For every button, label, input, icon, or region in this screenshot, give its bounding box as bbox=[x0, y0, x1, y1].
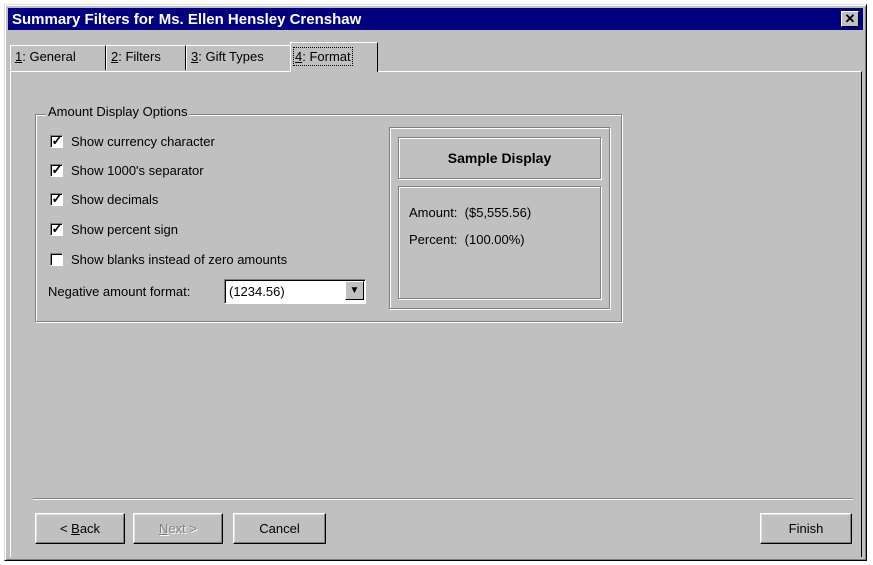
sample-display-body: Amount: ($5,555.56) Percent: (100.00%) bbox=[398, 186, 601, 299]
finish-button[interactable]: Finish bbox=[760, 513, 852, 544]
sample-amount-value: ($5,555.56) bbox=[464, 205, 532, 220]
check-icon: ✓ bbox=[51, 132, 63, 148]
show-blanks-checkbox[interactable] bbox=[50, 252, 63, 266]
close-icon: ✕ bbox=[844, 11, 856, 26]
next-button[interactable]: Next > bbox=[133, 513, 223, 544]
tab-general[interactable]: 1: General bbox=[10, 45, 106, 70]
show-separator-label: Show 1000's separator bbox=[71, 162, 204, 178]
show-currency-label: Show currency character bbox=[71, 133, 215, 149]
sample-amount-line: Amount: ($5,555.56) bbox=[409, 205, 531, 220]
sample-percent-label: Percent: bbox=[409, 232, 458, 247]
title-prefix: Summary Filters for bbox=[12, 10, 154, 28]
show-separator-checkbox[interactable]: ✓ bbox=[50, 161, 63, 177]
sample-display-header: Sample Display bbox=[398, 137, 601, 179]
amount-display-options-legend: Amount Display Options bbox=[46, 104, 190, 119]
sample-percent-value: (100.00%) bbox=[464, 232, 525, 247]
close-button[interactable]: ✕ bbox=[841, 11, 859, 27]
tab-format[interactable]: 4: Format bbox=[290, 42, 378, 72]
check-icon: ✓ bbox=[51, 161, 63, 177]
title-bar: Summary Filters for Ms. Ellen Hensley Cr… bbox=[8, 8, 863, 30]
sample-percent-line: Percent: (100.00%) bbox=[409, 232, 525, 247]
tab-filters[interactable]: 2: Filters bbox=[106, 45, 186, 70]
show-percent-checkbox-row[interactable]: ✓ Show percent sign bbox=[50, 219, 178, 239]
check-icon: ✓ bbox=[51, 190, 63, 206]
show-percent-label: Show percent sign bbox=[71, 221, 178, 237]
tab-gift-types[interactable]: 3: Gift Types bbox=[186, 45, 292, 70]
chevron-down-icon: ▼ bbox=[349, 285, 360, 296]
sample-amount-label: Amount: bbox=[409, 205, 458, 220]
show-percent-checkbox[interactable]: ✓ bbox=[50, 220, 63, 236]
back-button[interactable]: < Back bbox=[35, 513, 125, 544]
show-blanks-label: Show blanks instead of zero amounts bbox=[71, 251, 288, 267]
button-separator bbox=[33, 498, 853, 500]
show-currency-checkbox[interactable]: ✓ bbox=[50, 132, 63, 148]
dropdown-button[interactable]: ▼ bbox=[345, 281, 364, 300]
show-currency-checkbox-row[interactable]: ✓ Show currency character bbox=[50, 131, 215, 151]
show-separator-checkbox-row[interactable]: ✓ Show 1000's separator bbox=[50, 160, 204, 180]
show-blanks-checkbox-row[interactable]: Show blanks instead of zero amounts bbox=[50, 249, 287, 269]
show-decimals-label: Show decimals bbox=[71, 191, 159, 207]
negative-format-label: Negative amount format: bbox=[48, 284, 191, 299]
negative-format-select[interactable]: (1234.56) ▼ bbox=[224, 279, 366, 304]
show-decimals-checkbox[interactable]: ✓ bbox=[50, 190, 63, 206]
check-icon: ✓ bbox=[51, 220, 63, 236]
negative-format-value: (1234.56) bbox=[229, 284, 285, 299]
show-decimals-checkbox-row[interactable]: ✓ Show decimals bbox=[50, 189, 158, 209]
cancel-button[interactable]: Cancel bbox=[233, 513, 326, 544]
title-constituent-name: Ms. Ellen Hensley Crenshaw bbox=[158, 10, 362, 28]
